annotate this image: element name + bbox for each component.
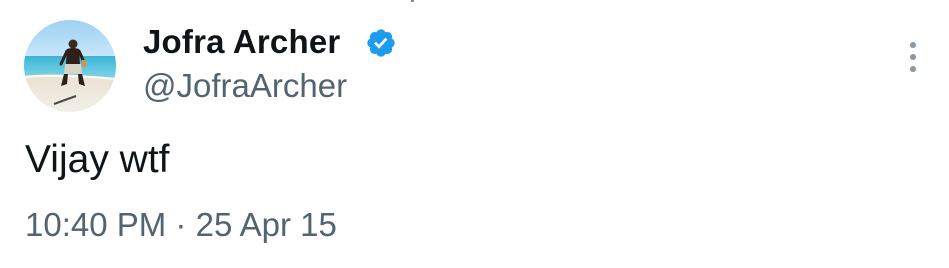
author-name[interactable]: Jofra Archer <box>143 22 340 62</box>
tweet-timestamp[interactable]: 10:40 PM · 25 Apr 15 <box>25 205 337 245</box>
more-options-button[interactable] <box>898 36 928 78</box>
tweet-date: 25 Apr 15 <box>195 206 337 243</box>
author-handle[interactable]: @JofraArcher <box>143 66 347 106</box>
tweet-card: Jofra Archer @JofraArcher Vijay wtf 10:4… <box>0 0 949 268</box>
avatar[interactable] <box>24 20 116 112</box>
avatar-photo <box>24 20 116 112</box>
top-edge-mark <box>411 0 414 2</box>
tweet-time: 10:40 PM <box>25 206 167 243</box>
meta-separator: · <box>175 206 187 243</box>
tweet-text: Vijay wtf <box>25 138 170 181</box>
verified-check-icon <box>367 29 395 57</box>
